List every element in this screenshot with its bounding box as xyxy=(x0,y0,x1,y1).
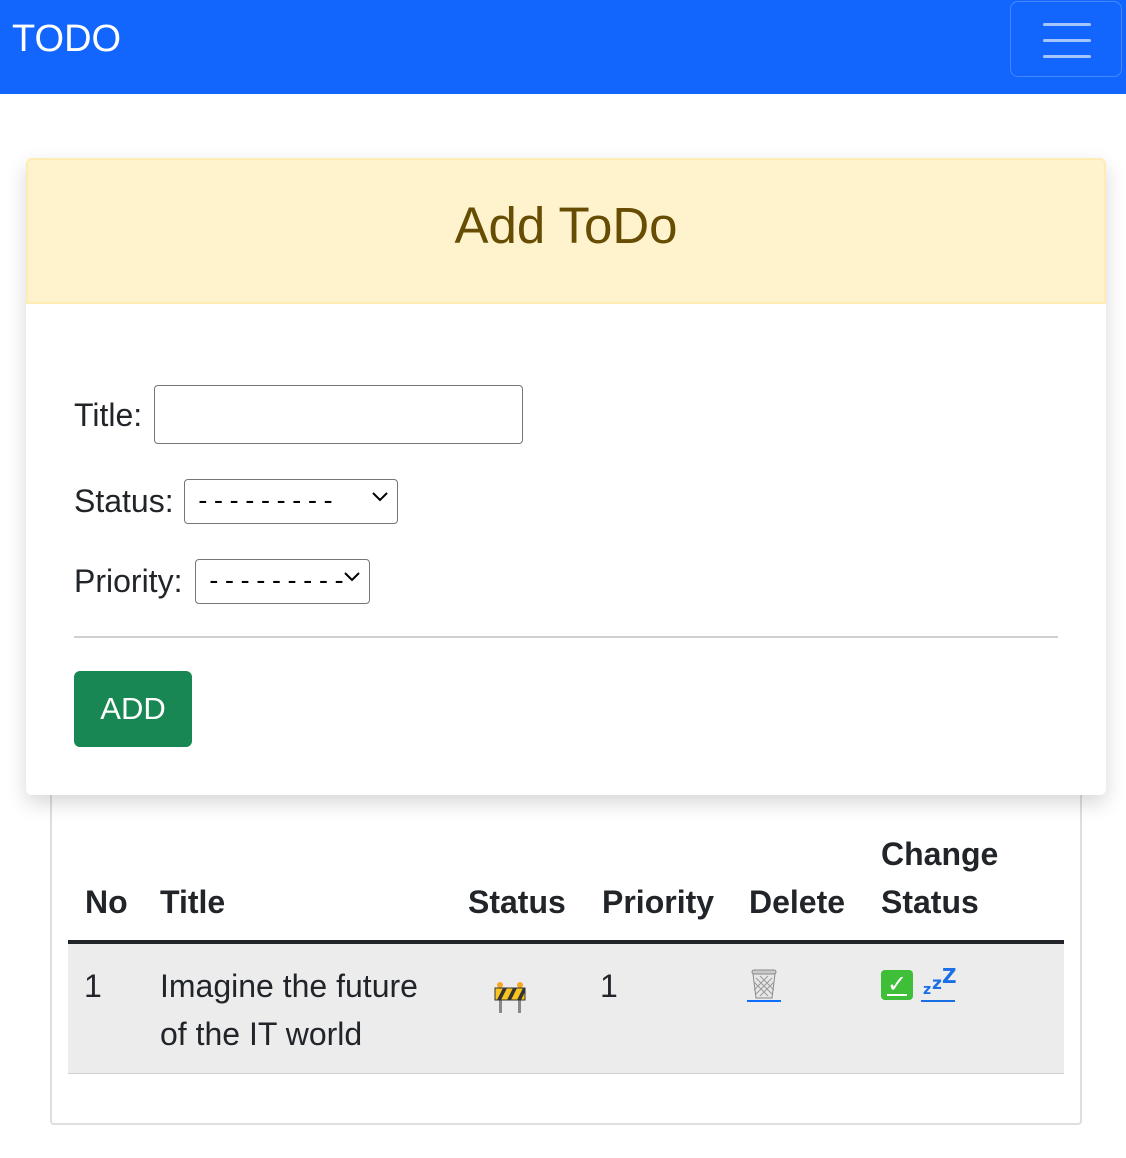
construction-barrier-icon xyxy=(493,980,527,1014)
hamburger-menu-icon xyxy=(1043,23,1091,26)
column-header-delete: Delete xyxy=(749,884,846,920)
add-todo-heading: Add ToDo xyxy=(454,197,678,254)
status-select[interactable]: --------- xyxy=(184,479,398,524)
add-todo-card: Add ToDo Title: Status: --------- Priori… xyxy=(26,158,1106,795)
column-header-no: No xyxy=(85,884,128,920)
status-select-value: --------- xyxy=(195,486,336,516)
column-header-title: Title xyxy=(160,884,226,920)
form-divider xyxy=(74,636,1058,638)
priority-select-value: --------- xyxy=(206,566,347,596)
status-label: Status: xyxy=(74,483,174,519)
row-title-line2: of the IT world xyxy=(160,1016,363,1052)
title-label: Title: xyxy=(74,397,143,433)
title-input[interactable] xyxy=(154,385,523,444)
hamburger-menu-icon-bar xyxy=(1043,39,1091,42)
wastebasket-icon[interactable] xyxy=(747,968,781,1002)
column-header-change-status-line1: Change xyxy=(881,836,999,872)
column-header-priority: Priority xyxy=(602,884,715,920)
priority-select[interactable]: --------- xyxy=(195,559,370,604)
row-priority: 1 xyxy=(600,968,618,1004)
row-no: 1 xyxy=(84,968,102,1004)
column-header-status: Status xyxy=(468,884,566,920)
add-button[interactable]: ADD xyxy=(74,671,192,747)
chevron-down-icon xyxy=(371,488,389,506)
navbar-brand[interactable]: TODO xyxy=(12,16,121,62)
navbar: TODO xyxy=(0,0,1126,94)
priority-label: Priority: xyxy=(74,563,183,599)
zzz-icon[interactable]: z z Z xyxy=(921,964,957,1002)
row-title-line1: Imagine the future xyxy=(160,968,418,1004)
chevron-down-icon xyxy=(343,568,361,586)
check-mark-button-icon[interactable]: ✓ xyxy=(881,970,913,1000)
column-header-change-status-line2: Status xyxy=(881,884,979,920)
hamburger-menu-icon-bar xyxy=(1043,55,1091,58)
add-todo-card-header: Add ToDo xyxy=(26,158,1106,304)
navbar-toggler-button[interactable] xyxy=(1010,1,1122,77)
